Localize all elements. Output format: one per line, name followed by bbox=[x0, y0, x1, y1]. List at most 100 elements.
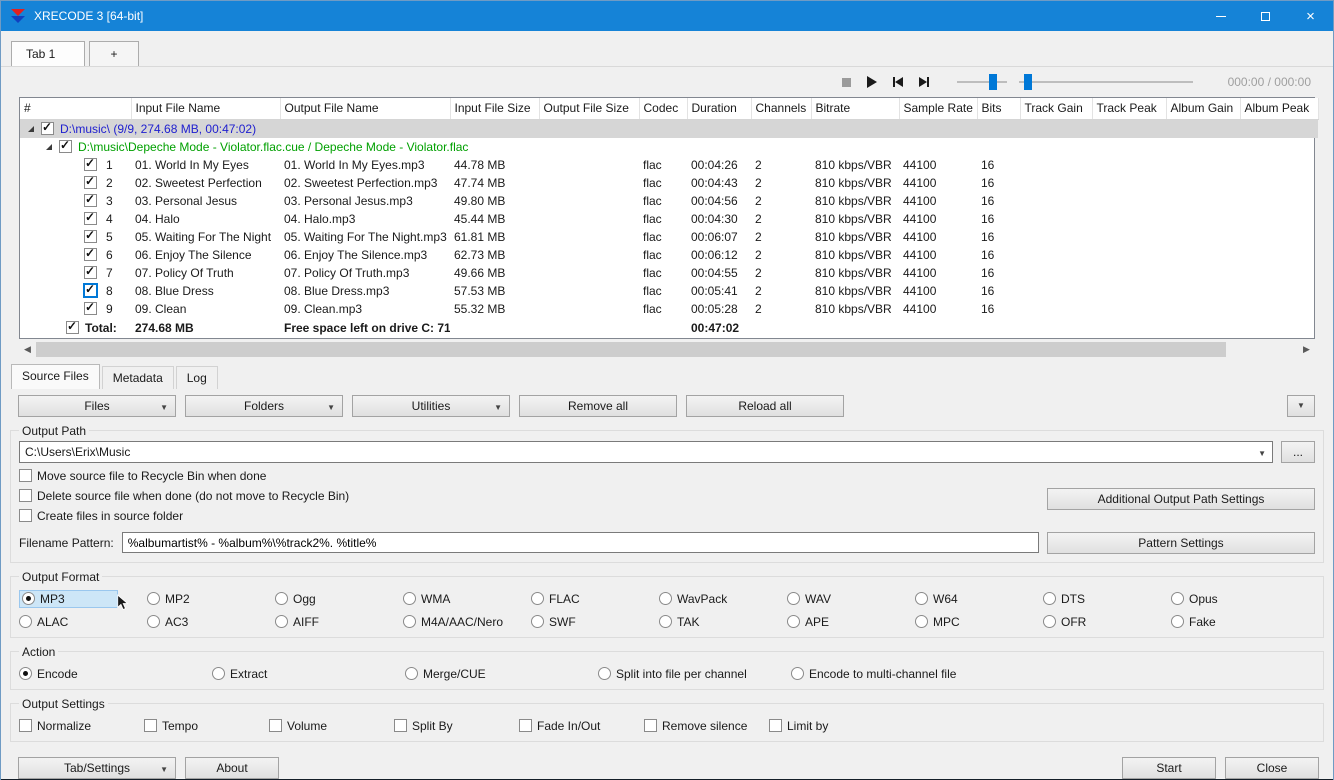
format-fake[interactable]: Fake bbox=[1171, 615, 1315, 629]
about-button[interactable]: About bbox=[185, 756, 279, 779]
column-header[interactable]: Output File Name bbox=[280, 98, 451, 120]
pattern-settings-button[interactable]: Pattern Settings bbox=[1047, 531, 1315, 554]
format-aiff[interactable]: AIFF bbox=[275, 615, 403, 629]
source-folder-checkbox[interactable] bbox=[19, 509, 32, 522]
cue-group-row[interactable]: D:\music\Depeche Mode - Violator.flac.cu… bbox=[20, 138, 1318, 156]
horizontal-scrollbar[interactable]: ◀ ▶ bbox=[19, 340, 1315, 358]
row-checkbox[interactable] bbox=[84, 193, 97, 207]
format-mpc[interactable]: MPC bbox=[915, 615, 1043, 629]
additional-output-path-settings-button[interactable]: Additional Output Path Settings bbox=[1047, 487, 1315, 510]
format-alac[interactable]: ALAC bbox=[19, 615, 147, 629]
setting-volume[interactable]: Volume bbox=[269, 719, 394, 733]
format-ogg[interactable]: Ogg bbox=[275, 592, 403, 606]
total-checkbox[interactable] bbox=[66, 320, 79, 334]
column-header[interactable]: Album Peak bbox=[1240, 98, 1319, 120]
scroll-left-icon[interactable]: ◀ bbox=[19, 341, 36, 358]
folder-group-row[interactable]: D:\music\ (9/9, 274.68 MB, 00:47:02) bbox=[20, 119, 1318, 138]
delete-source-checkbox[interactable] bbox=[19, 489, 32, 502]
source-folder-option[interactable]: Create files in source folder bbox=[19, 509, 1315, 523]
output-path-combo[interactable]: C:\Users\Erix\Music ▼ bbox=[19, 440, 1273, 463]
minimize-button[interactable] bbox=[1198, 1, 1243, 31]
setting-normalize[interactable]: Normalize bbox=[19, 719, 144, 733]
split-by-checkbox[interactable] bbox=[394, 719, 407, 732]
table-row[interactable]: 5 05. Waiting For The Night 05. Waiting … bbox=[20, 228, 1318, 246]
tab-settings-button[interactable]: Tab/Settings ▼ bbox=[18, 756, 176, 779]
column-header[interactable]: Channels bbox=[751, 98, 812, 120]
column-header[interactable]: Album Gain bbox=[1166, 98, 1241, 120]
recycle-bin-option[interactable]: Move source file to Recycle Bin when don… bbox=[19, 469, 1315, 483]
table-row[interactable]: 8 08. Blue Dress 08. Blue Dress.mp3 57.5… bbox=[20, 282, 1318, 300]
row-checkbox[interactable] bbox=[84, 157, 97, 171]
tab-log[interactable]: Log bbox=[175, 365, 218, 389]
remove-silence-checkbox[interactable] bbox=[644, 719, 657, 732]
table-row[interactable]: 4 04. Halo 04. Halo.mp3 45.44 MB flac 00… bbox=[20, 210, 1318, 228]
row-checkbox[interactable] bbox=[84, 175, 97, 189]
table-row[interactable]: 7 07. Policy Of Truth 07. Policy Of Trut… bbox=[20, 264, 1318, 282]
setting-fade[interactable]: Fade In/Out bbox=[519, 719, 644, 733]
folder-group-checkbox[interactable] bbox=[41, 121, 54, 135]
cue-group-checkbox[interactable] bbox=[59, 139, 72, 153]
mp3-radio[interactable] bbox=[22, 592, 35, 605]
format-ofr[interactable]: OFR bbox=[1043, 615, 1171, 629]
format-dts[interactable]: DTS bbox=[1043, 592, 1171, 606]
tab-source-files[interactable]: Source Files bbox=[11, 363, 100, 389]
row-checkbox[interactable] bbox=[84, 247, 97, 261]
format-ape[interactable]: APE bbox=[787, 615, 915, 629]
volume-checkbox[interactable] bbox=[269, 719, 282, 732]
setting-split-by[interactable]: Split By bbox=[394, 719, 519, 733]
format-mp3[interactable]: MP3 bbox=[19, 589, 147, 610]
add-tab-button[interactable]: + bbox=[89, 41, 139, 66]
action-merge-cue[interactable]: Merge/CUE bbox=[405, 667, 598, 681]
seek-slider-thumb[interactable] bbox=[1024, 74, 1033, 90]
table-row[interactable]: 1 01. World In My Eyes 01. World In My E… bbox=[20, 156, 1318, 174]
scroll-right-icon[interactable]: ▶ bbox=[1298, 341, 1315, 358]
column-header[interactable]: Sample Rate bbox=[899, 98, 978, 120]
files-button[interactable]: Files ▼ bbox=[18, 394, 176, 417]
table-row[interactable]: 6 06. Enjoy The Silence 06. Enjoy The Si… bbox=[20, 246, 1318, 264]
utilities-button[interactable]: Utilities ▼ bbox=[352, 394, 510, 417]
tab-metadata[interactable]: Metadata bbox=[101, 365, 174, 389]
format-swf[interactable]: SWF bbox=[531, 615, 659, 629]
row-checkbox[interactable] bbox=[84, 211, 97, 225]
format-wav[interactable]: WAV bbox=[787, 592, 915, 606]
column-header[interactable]: Input File Size bbox=[450, 98, 540, 120]
table-row[interactable]: 2 02. Sweetest Perfection 02. Sweetest P… bbox=[20, 174, 1318, 192]
remove-all-button[interactable]: Remove all bbox=[519, 394, 677, 417]
row-checkbox[interactable] bbox=[84, 283, 97, 297]
recycle-bin-checkbox[interactable] bbox=[19, 469, 32, 482]
format-wavpack[interactable]: WavPack bbox=[659, 592, 787, 606]
more-options-button[interactable]: ▼ bbox=[1287, 394, 1315, 417]
expand-arrow-icon[interactable] bbox=[44, 142, 54, 152]
action-multi-channel[interactable]: Encode to multi-channel file bbox=[791, 667, 984, 681]
action-encode[interactable]: Encode bbox=[19, 667, 212, 681]
column-header[interactable]: Output File Size bbox=[539, 98, 640, 120]
table-row[interactable]: 3 03. Personal Jesus 03. Personal Jesus.… bbox=[20, 192, 1318, 210]
format-ac3[interactable]: AC3 bbox=[147, 615, 275, 629]
column-header[interactable]: Bitrate bbox=[811, 98, 900, 120]
row-checkbox[interactable] bbox=[84, 229, 97, 243]
column-header[interactable]: # bbox=[20, 98, 132, 120]
action-extract[interactable]: Extract bbox=[212, 667, 405, 681]
setting-limit-by[interactable]: Limit by bbox=[769, 719, 894, 733]
limit-by-checkbox[interactable] bbox=[769, 719, 782, 732]
table-row[interactable]: 9 09. Clean 09. Clean.mp3 55.32 MB flac … bbox=[20, 300, 1318, 318]
format-w64[interactable]: W64 bbox=[915, 592, 1043, 606]
tempo-checkbox[interactable] bbox=[144, 719, 157, 732]
setting-tempo[interactable]: Tempo bbox=[144, 719, 269, 733]
row-checkbox[interactable] bbox=[84, 265, 97, 279]
folders-button[interactable]: Folders ▼ bbox=[185, 394, 343, 417]
format-opus[interactable]: Opus bbox=[1171, 592, 1315, 606]
tab-1[interactable]: Tab 1 bbox=[11, 41, 85, 66]
seek-slider[interactable] bbox=[1019, 74, 1193, 90]
column-header[interactable]: Bits bbox=[977, 98, 1021, 120]
previous-button[interactable] bbox=[889, 73, 907, 91]
normalize-checkbox[interactable] bbox=[19, 719, 32, 732]
setting-remove-silence[interactable]: Remove silence bbox=[644, 719, 769, 733]
scrollbar-thumb[interactable] bbox=[36, 341, 1226, 357]
action-split-per-channel[interactable]: Split into file per channel bbox=[598, 667, 791, 681]
next-button[interactable] bbox=[915, 73, 933, 91]
close-app-button[interactable]: Close bbox=[1225, 756, 1319, 779]
column-header[interactable]: Codec bbox=[639, 98, 688, 120]
format-wma[interactable]: WMA bbox=[403, 592, 531, 606]
column-header[interactable]: Track Gain bbox=[1020, 98, 1093, 120]
